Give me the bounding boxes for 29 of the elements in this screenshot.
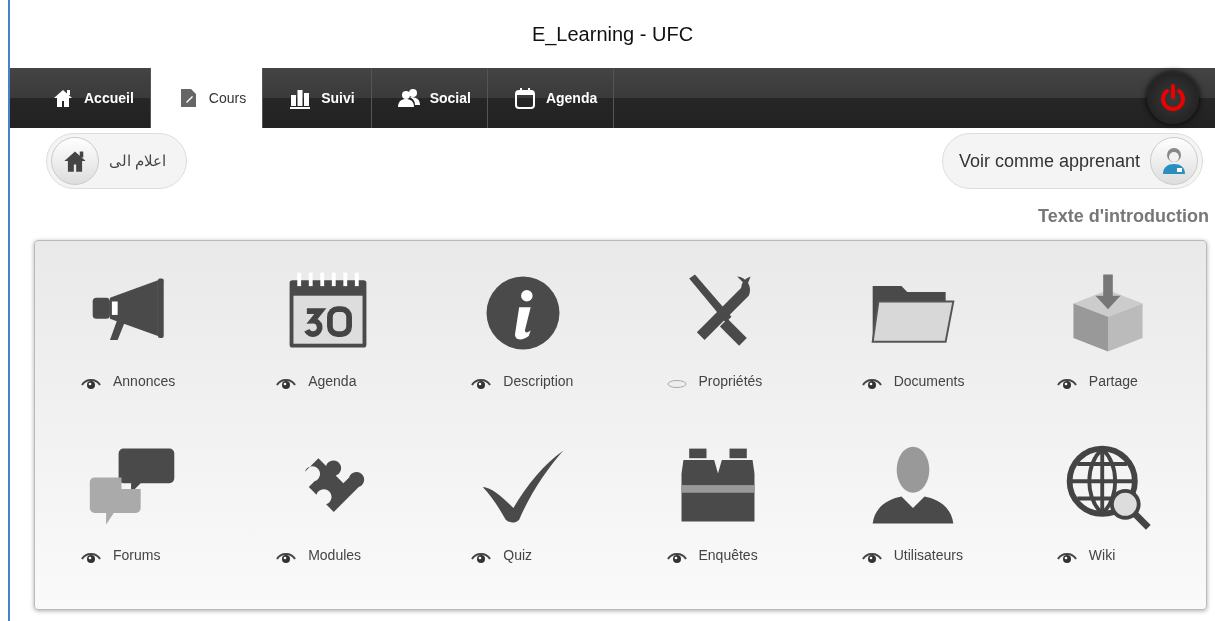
power-button[interactable] — [1147, 72, 1199, 124]
tool-link[interactable]: Agenda — [308, 371, 357, 392]
tool-link[interactable]: Modules — [308, 545, 362, 566]
tool-link[interactable]: Enquêtes — [698, 545, 758, 566]
tool-link[interactable]: Forums — [113, 545, 161, 566]
bar-chart-icon — [289, 87, 312, 109]
house-icon — [52, 87, 74, 109]
nav-tab[interactable]: Social — [371, 68, 488, 128]
nav-tab[interactable]: Agenda — [487, 68, 615, 128]
tool-link[interactable]: Quiz — [503, 545, 533, 566]
user-icon — [1150, 137, 1198, 185]
tool-link[interactable]: Utilisateurs — [893, 545, 963, 566]
tool-link[interactable]: Propriétés — [698, 371, 763, 392]
tool-link[interactable]: Documents — [893, 371, 965, 392]
learner-view-button[interactable]: Voir comme apprenant — [941, 133, 1203, 189]
tool-link[interactable]: Partage — [1088, 371, 1138, 392]
nav-tab[interactable]: Cours — [150, 68, 264, 128]
intro-link[interactable]: Texte d'introduction — [1038, 203, 1209, 230]
tool-link[interactable]: Wiki — [1088, 545, 1116, 566]
window-title: E_Learning - UFC — [531, 22, 694, 48]
calendar-icon — [513, 87, 536, 109]
nav-tab[interactable]: Suivi — [263, 68, 372, 128]
house-icon — [51, 137, 99, 185]
people-icon — [397, 87, 420, 109]
power-icon — [1158, 83, 1188, 113]
home-button[interactable]: اعلام الى — [46, 133, 188, 189]
tool-link[interactable]: Description — [503, 371, 574, 392]
tool-link[interactable]: Annonces — [113, 371, 176, 392]
nav-tab[interactable]: Accueil — [26, 68, 151, 128]
